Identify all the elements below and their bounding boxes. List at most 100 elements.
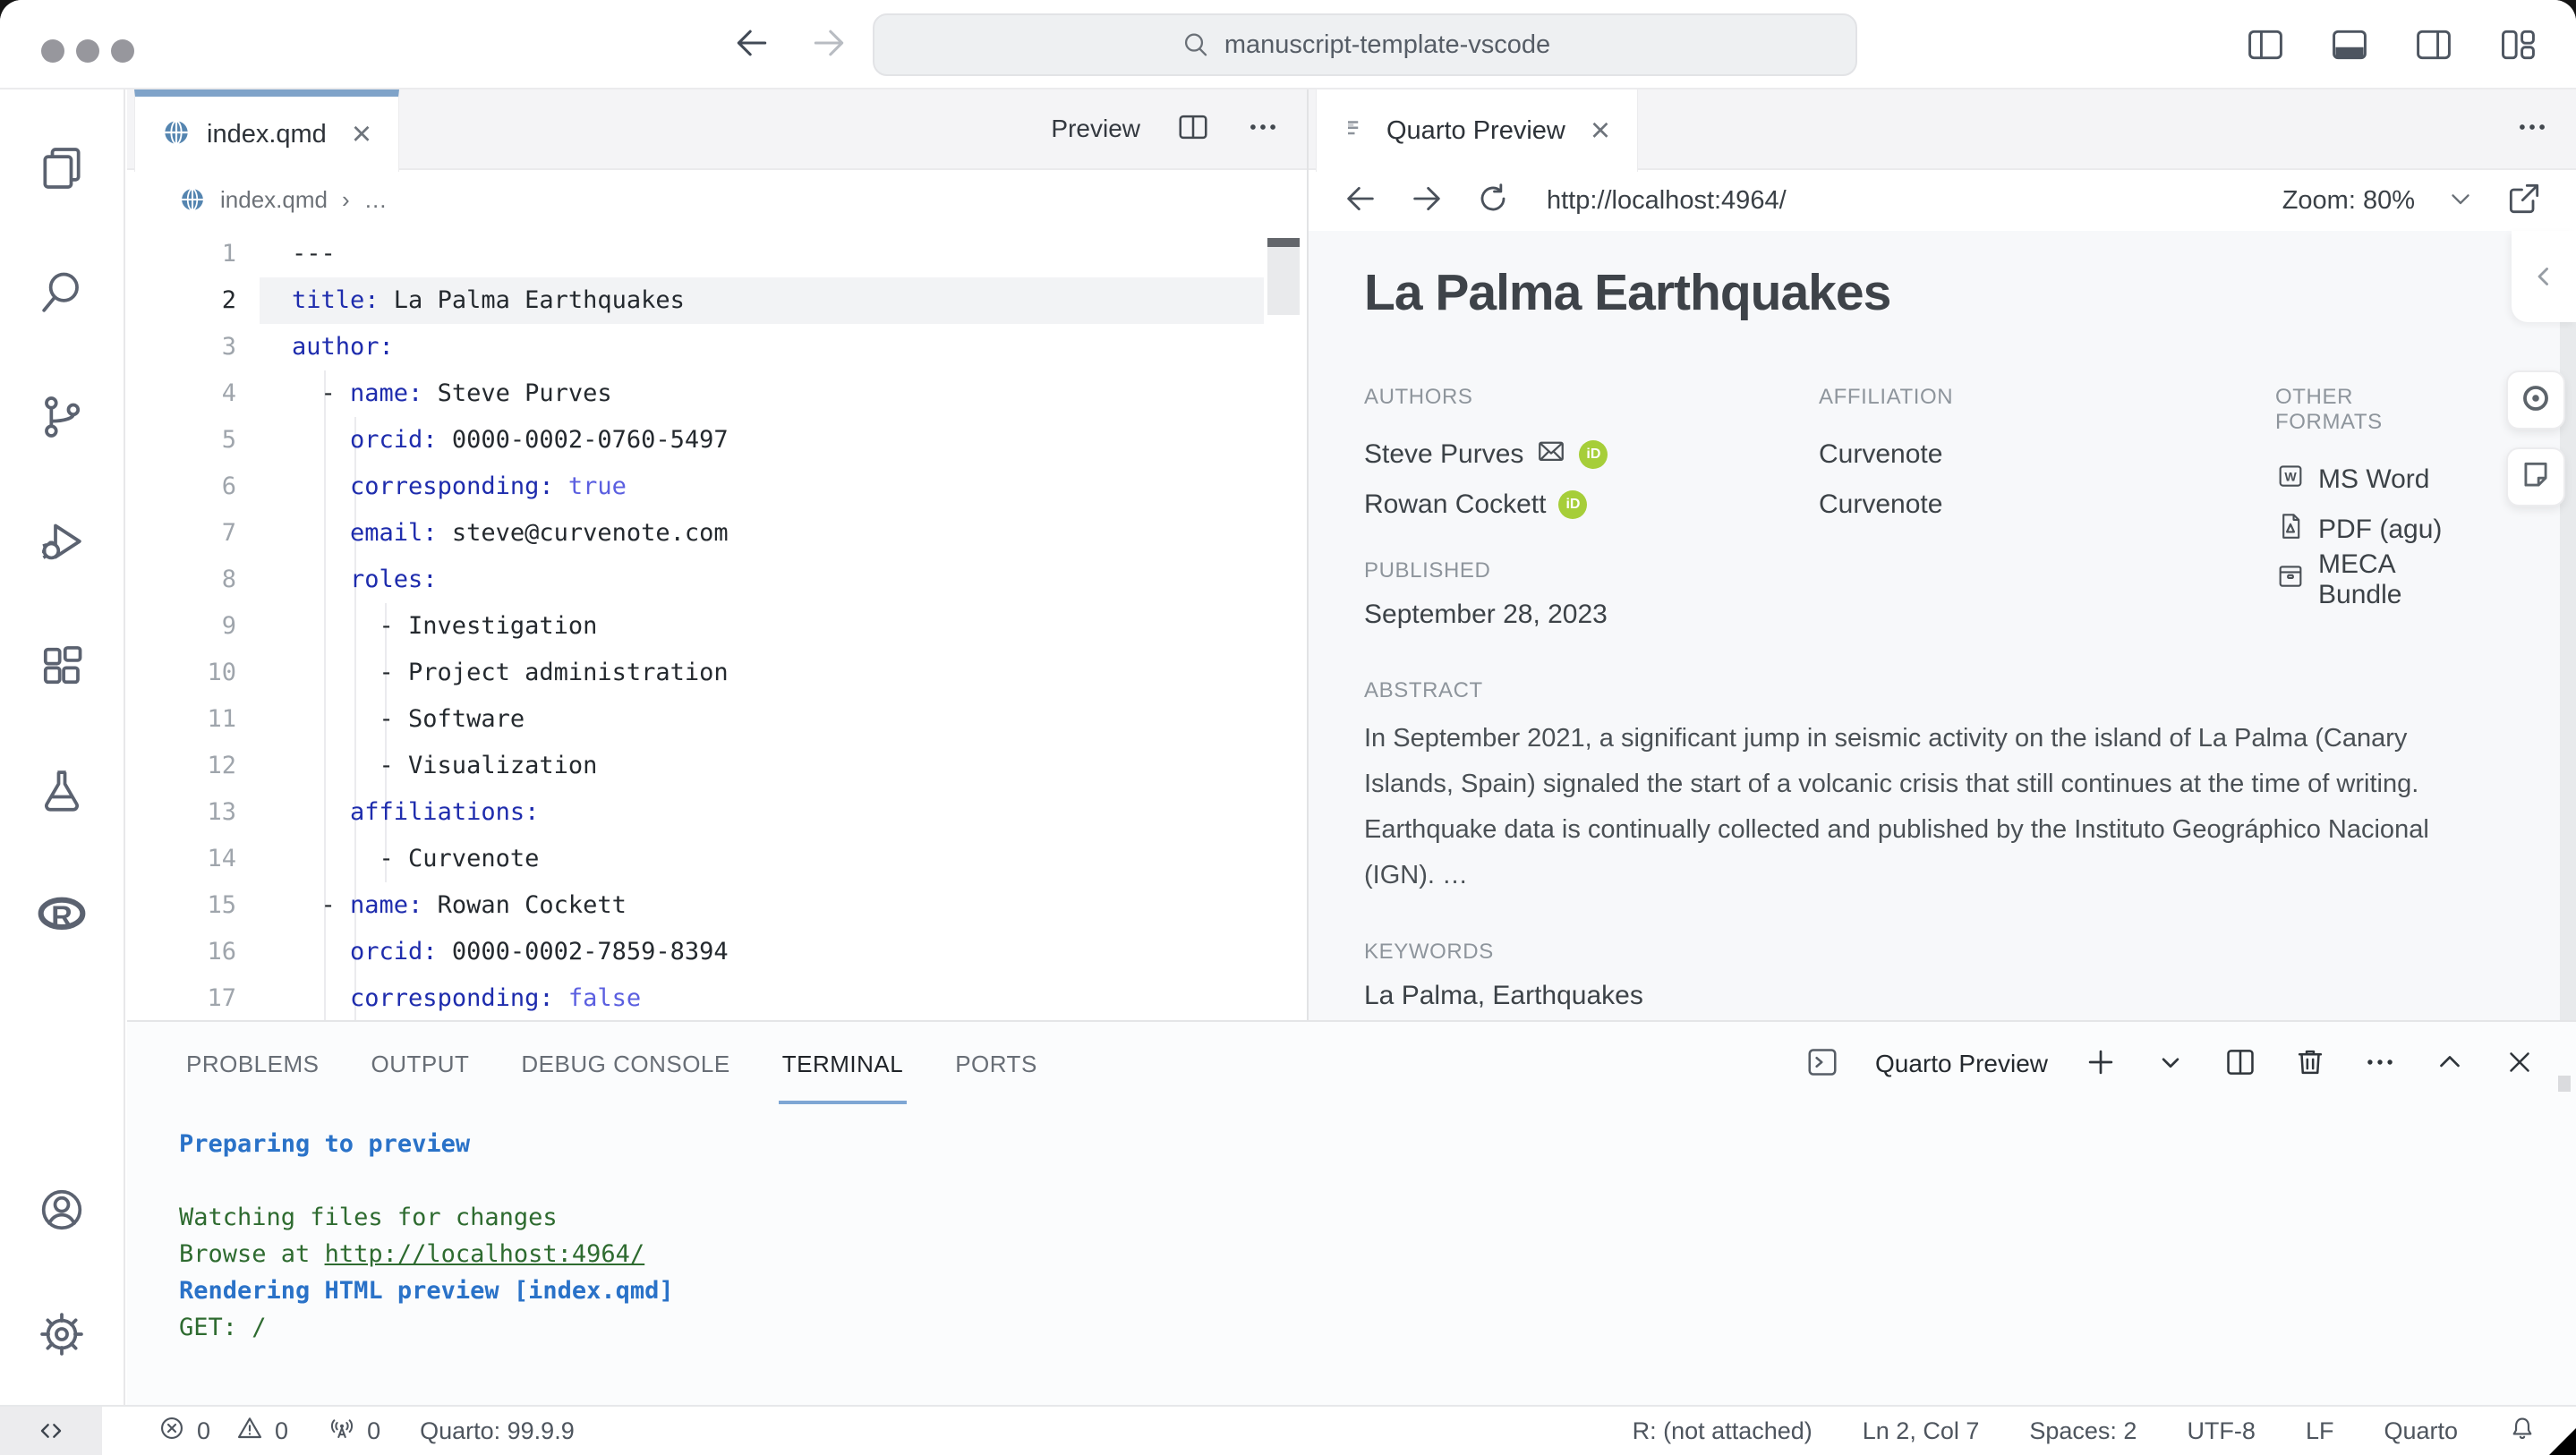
terminal-dropdown-icon[interactable] [2154,1045,2188,1084]
tab-quarto-preview[interactable]: Quarto Preview × [1316,89,1639,172]
explorer-icon[interactable] [0,106,124,230]
terminal-name[interactable]: Quarto Preview [1875,1050,2048,1078]
extensions-icon[interactable] [0,603,124,728]
close-window-button[interactable] [41,39,64,63]
code-line[interactable]: 16 orcid: 0000-0002-7859-8394 [127,929,1307,975]
more-actions-icon[interactable] [2515,110,2549,149]
preview-back-icon[interactable] [1343,181,1378,221]
eye-icon [2519,381,2553,420]
history-forward-icon[interactable] [809,23,849,67]
history-back-icon[interactable] [732,23,772,67]
indentation-status[interactable]: Spaces: 2 [2029,1417,2137,1445]
search-sidebar-icon[interactable] [0,230,124,354]
open-external-icon[interactable] [2506,181,2542,221]
format-link[interactable]: W MS Word [2275,455,2460,505]
notifications-bell-icon[interactable] [2508,1414,2537,1449]
code-line[interactable]: 17 corresponding: false [127,975,1307,1022]
breadcrumb-more[interactable]: … [364,186,388,214]
code-line[interactable]: 6 corresponding: true [127,464,1307,510]
collapse-panel-button[interactable] [2512,231,2576,322]
code-line[interactable]: 13 affiliations: [127,789,1307,836]
close-tab-icon[interactable]: × [1591,114,1610,148]
panel-tab-debug-console[interactable]: DEBUG CONSOLE [521,1022,729,1106]
minimize-window-button[interactable] [76,39,99,63]
preview-scrollbar[interactable] [2560,231,2576,1020]
code-line[interactable]: 11 - Software [127,696,1307,743]
split-editor-icon[interactable] [1176,110,1210,149]
language-mode[interactable]: Quarto [2384,1417,2458,1445]
testing-icon[interactable] [0,728,124,852]
code-line[interactable]: 15 - name: Rowan Cockett [127,882,1307,929]
terminal-output[interactable]: Preparing to preview Watching files for … [179,1126,2549,1346]
orcid-icon[interactable]: iD [1558,490,1588,519]
code-line[interactable]: 14 - Curvenote [127,836,1307,882]
command-center-search[interactable]: manuscript-template-vscode [873,13,1857,76]
code-line[interactable]: 12 - Visualization [127,743,1307,789]
problems-status[interactable]: 0 0 [158,1414,288,1449]
toc-eye-button[interactable] [2506,370,2565,430]
tab-index-qmd[interactable]: index.qmd × [134,89,400,172]
remote-indicator[interactable] [0,1407,102,1455]
code-line[interactable]: 1 --- [127,231,1307,277]
close-panel-icon[interactable] [2503,1045,2537,1084]
ports-status[interactable]: 0 [328,1414,380,1449]
format-link[interactable]: MECA Bundle [2275,549,2460,609]
code-line[interactable]: 3 author: [127,324,1307,370]
close-tab-icon[interactable]: × [352,117,371,151]
customize-layout-icon[interactable] [2497,25,2538,69]
terminal-link[interactable]: http://localhost:4964/ [325,1240,645,1268]
zoom-window-button[interactable] [111,39,134,63]
code-line[interactable]: 9 - Investigation [127,603,1307,650]
r-status[interactable]: R: (not attached) [1633,1417,1813,1445]
preview-url[interactable]: http://localhost:4964/ [1547,186,1787,216]
run-debug-icon[interactable] [0,479,124,603]
zoom-level[interactable]: Zoom: 80% [2282,186,2415,216]
preview-action-label[interactable]: Preview [1051,115,1140,143]
code-line[interactable]: 10 - Project administration [127,650,1307,696]
code-editor[interactable]: 1 --- 2 title: La Palma Earthquakes 3 author:… [127,231,1307,1022]
editor-scrollbar[interactable] [1267,247,1300,315]
breadcrumb[interactable]: index.qmd › … [127,170,1307,229]
code-text: - Project administration [292,659,729,686]
kill-terminal-icon[interactable] [2293,1045,2327,1084]
panel-tab-ports[interactable]: PORTS [955,1022,1037,1106]
toggle-secondary-sidebar-icon[interactable] [2413,25,2454,69]
new-terminal-icon[interactable] [2084,1045,2118,1084]
code-line[interactable]: 5 orcid: 0000-0002-0760-5497 [127,417,1307,464]
settings-gear-icon[interactable] [0,1272,124,1396]
quarto-version-status[interactable]: Quarto: 99.9.9 [420,1417,575,1445]
toggle-primary-sidebar-icon[interactable] [2245,25,2286,69]
search-icon [1184,33,1207,56]
format-link[interactable]: PDF (agu) [2275,505,2460,555]
code-line[interactable]: 8 roles: [127,557,1307,603]
code-line[interactable]: 4 - name: Steve Purves [127,370,1307,417]
preview-forward-icon[interactable] [1409,181,1445,221]
chevron-down-icon[interactable] [2445,183,2476,218]
orcid-icon[interactable]: iD [1579,440,1608,469]
code-text: author: [292,333,394,361]
panel-more-icon[interactable] [2363,1045,2397,1084]
line-number: 3 [221,333,236,361]
panel-tab-terminal[interactable]: TERMINAL [778,1022,908,1106]
source-control-icon[interactable] [0,354,124,479]
mail-icon[interactable] [1536,436,1566,473]
code-line[interactable]: 7 email: steve@curvenote.com [127,510,1307,557]
line-number: 15 [207,891,236,919]
maximize-panel-icon[interactable] [2433,1045,2467,1084]
terminal-scrollbar[interactable] [2558,1076,2571,1092]
split-terminal-icon[interactable] [2223,1045,2257,1084]
account-icon[interactable] [0,1147,124,1272]
eol-status[interactable]: LF [2306,1417,2334,1445]
notes-button[interactable] [2506,447,2565,506]
toggle-panel-icon[interactable] [2329,25,2370,69]
panel-tab-output[interactable]: OUTPUT [371,1022,470,1106]
r-language-icon[interactable]: R [0,852,124,976]
panel-tab-problems[interactable]: PROBLEMS [186,1022,320,1106]
more-actions-icon[interactable] [1246,110,1280,149]
code-line[interactable]: 2 title: La Palma Earthquakes [127,277,1307,324]
keywords-label: KEYWORDS [1364,940,1494,964]
encoding-status[interactable]: UTF-8 [2187,1417,2256,1445]
cursor-position[interactable]: Ln 2, Col 7 [1863,1417,1980,1445]
preview-refresh-icon[interactable] [1475,181,1511,221]
breadcrumb-file[interactable]: index.qmd [220,186,328,214]
